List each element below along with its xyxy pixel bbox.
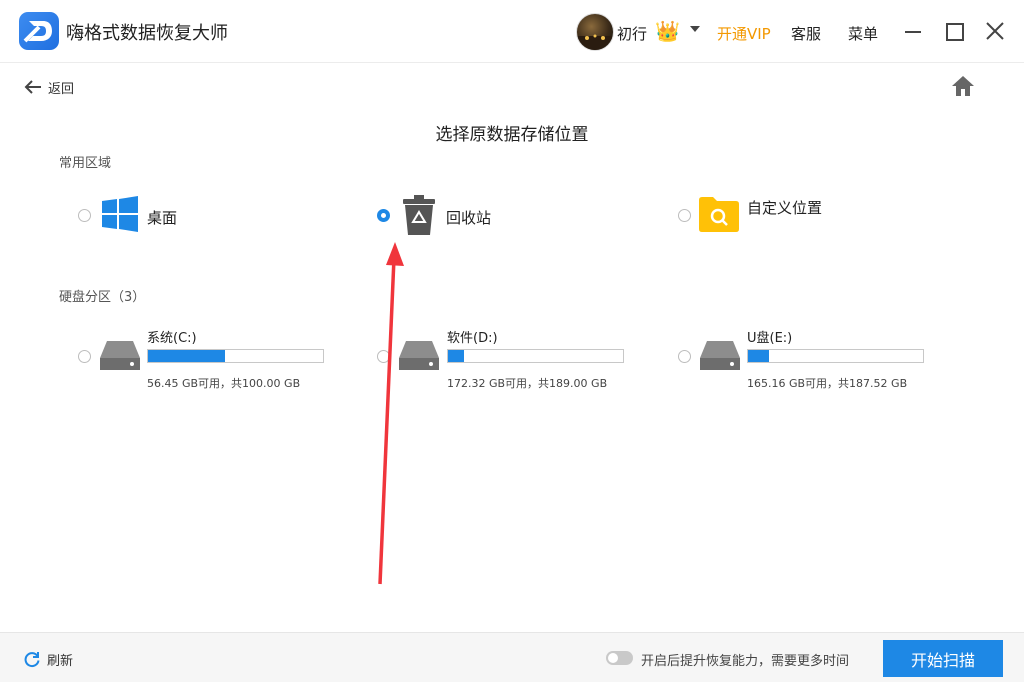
maximize-icon[interactable] <box>946 23 964 41</box>
app-logo-icon <box>19 12 59 50</box>
start-scan-button[interactable]: 开始扫描 <box>883 640 1003 677</box>
drive-c-name[interactable]: 系统(C:) <box>147 327 197 346</box>
common-area-label: 常用区域 <box>59 156 112 171</box>
hard-drive-icon <box>700 341 740 370</box>
refresh-label: 刷新 <box>47 654 74 669</box>
drive-c-usage-fill <box>148 350 225 362</box>
windows-icon <box>102 196 138 232</box>
user-avatar[interactable] <box>576 13 614 51</box>
refresh-button[interactable]: 刷新 <box>24 650 73 669</box>
enhanced-recovery-label: 开启后提升恢复能力，需要更多时间 <box>641 654 850 669</box>
minimize-icon[interactable] <box>905 31 921 33</box>
refresh-icon <box>24 652 40 668</box>
drive-e-name[interactable]: U盘(E:) <box>747 327 792 346</box>
menu-button[interactable]: 菜单 <box>848 23 878 44</box>
radio-drive-e[interactable] <box>678 350 691 363</box>
open-vip-link[interactable]: 开通VIP <box>717 23 771 44</box>
back-label: 返回 <box>48 81 75 97</box>
radio-recycle-bin[interactable] <box>377 209 390 222</box>
arrow-left-icon <box>24 80 41 94</box>
customer-service-link[interactable]: 客服 <box>791 23 821 44</box>
chevron-down-icon[interactable] <box>690 26 700 32</box>
enhanced-recovery-toggle[interactable] <box>606 651 633 665</box>
drive-e-info: 165.16 GB可用，共187.52 GB <box>747 377 908 390</box>
page-title: 选择原数据存储位置 <box>435 125 589 145</box>
footer-bar <box>0 632 1024 682</box>
radio-drive-c[interactable] <box>78 350 91 363</box>
drive-d-usage-fill <box>448 350 464 362</box>
drive-c-usage-bar <box>147 349 324 363</box>
radio-desktop[interactable] <box>78 209 91 222</box>
hard-drive-icon <box>100 341 140 370</box>
drive-e-usage-fill <box>748 350 769 362</box>
radio-custom-location[interactable] <box>678 209 691 222</box>
recycle-bin-icon <box>403 195 435 235</box>
drive-d-name[interactable]: 软件(D:) <box>447 327 498 346</box>
drive-e-usage-bar <box>747 349 924 363</box>
back-button[interactable]: 返回 <box>24 76 74 98</box>
annotation-arrow-icon <box>378 242 404 585</box>
close-icon[interactable] <box>984 20 1006 42</box>
option-recycle-bin-label[interactable]: 回收站 <box>446 207 491 228</box>
username[interactable]: 初行 <box>617 23 647 44</box>
drive-c-info: 56.45 GB可用，共100.00 GB <box>147 377 301 390</box>
folder-search-icon <box>699 197 739 232</box>
home-icon[interactable] <box>951 75 975 97</box>
crown-icon: 👑 <box>655 19 680 43</box>
option-custom-location-label[interactable]: 自定义位置 <box>747 197 822 218</box>
drive-d-usage-bar <box>447 349 624 363</box>
drives-section-label: 硬盘分区（3） <box>59 290 146 305</box>
option-desktop-label[interactable]: 桌面 <box>147 207 177 228</box>
drive-d-info: 172.32 GB可用，共189.00 GB <box>447 377 608 390</box>
app-title: 嗨格式数据恢复大师 <box>66 23 228 44</box>
